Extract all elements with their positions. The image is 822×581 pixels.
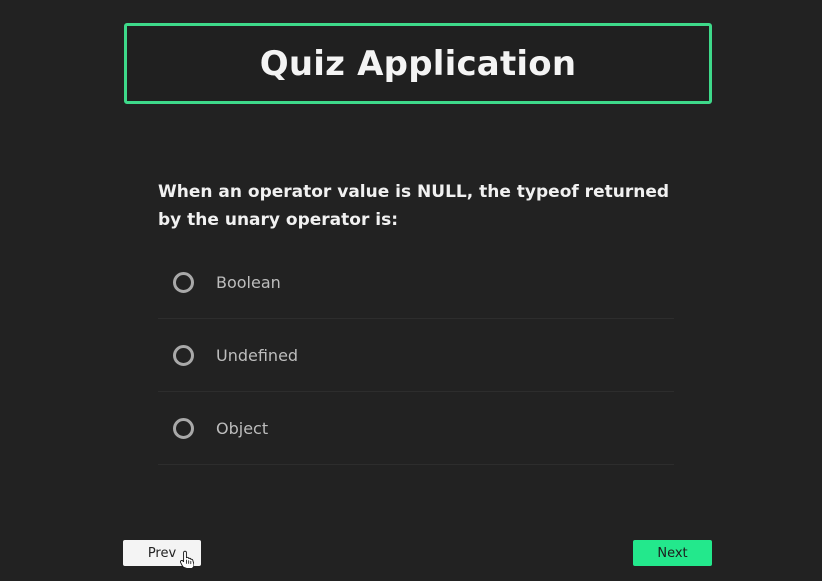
app-header: Quiz Application: [124, 23, 712, 104]
next-button[interactable]: Next: [633, 540, 712, 566]
radio-unchecked-icon[interactable]: [173, 271, 194, 293]
option-boolean[interactable]: Boolean: [158, 246, 674, 319]
options-list: Boolean Undefined Object: [158, 246, 674, 465]
radio-unchecked-icon[interactable]: [173, 417, 194, 439]
radio-unchecked-icon[interactable]: [173, 344, 194, 366]
question-text: When an operator value is NULL, the type…: [158, 182, 670, 230]
option-label: Object: [216, 418, 269, 438]
option-label: Boolean: [216, 272, 281, 292]
hand-pointer-icon: [180, 550, 194, 568]
option-object[interactable]: Object: [158, 392, 674, 465]
option-label: Undefined: [216, 345, 299, 365]
option-undefined[interactable]: Undefined: [158, 319, 674, 392]
app-title: Quiz Application: [259, 43, 577, 84]
